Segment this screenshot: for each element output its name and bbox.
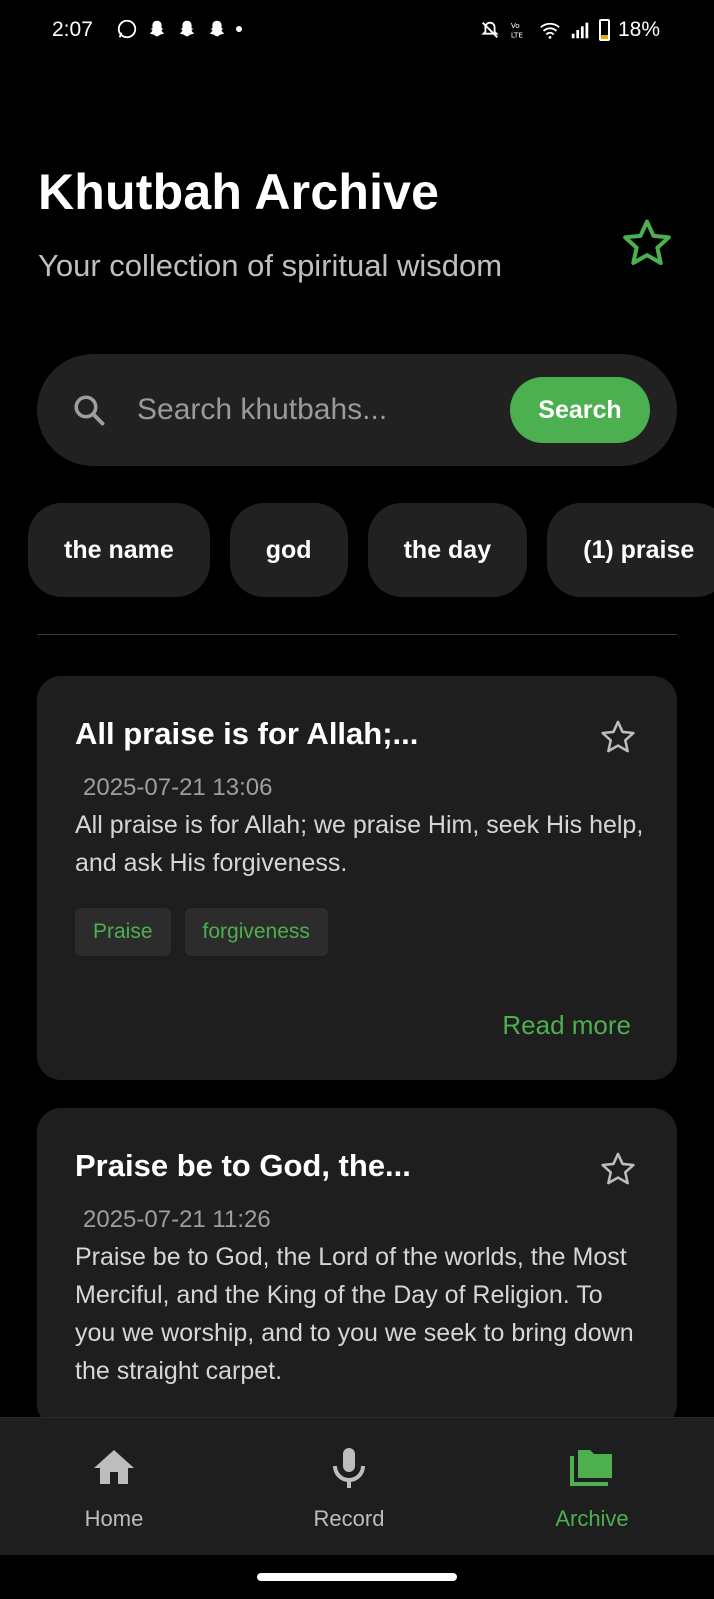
card-date: 2025-07-21 11:26 [83, 1206, 271, 1233]
microphone-icon [333, 1448, 365, 1488]
search-button[interactable]: Search [510, 377, 650, 443]
star-icon[interactable] [599, 718, 637, 756]
nav-record[interactable]: Record [269, 1418, 429, 1556]
card-excerpt: Praise be to God, the Lord of the worlds… [75, 1243, 634, 1385]
chip-the-name[interactable]: the name [28, 503, 210, 597]
card-tags: Praise forgiveness [75, 908, 328, 956]
khutbah-card[interactable]: Praise be to God, the... 2025-07-21 11:2… [37, 1108, 677, 1428]
home-icon [94, 1450, 134, 1484]
khutbah-card[interactable]: All praise is for Allah;... 2025-07-21 1… [37, 676, 677, 1080]
chip-the-day[interactable]: the day [367, 503, 528, 597]
status-bar: 2:07 Vo LTE 18% [0, 0, 714, 62]
nav-record-label: Record [313, 1506, 385, 1531]
signal-icon [571, 22, 589, 39]
status-time: 2:07 [52, 18, 93, 41]
page-subtitle: Your collection of spiritual wisdom [38, 248, 503, 283]
search-bar: Search [37, 354, 677, 466]
svg-text:LTE: LTE [511, 30, 524, 39]
snapchat-icon [149, 20, 165, 37]
nav-archive-label: Archive [555, 1506, 629, 1531]
search-icon [74, 395, 105, 426]
read-more-link[interactable]: Read more [502, 1010, 631, 1041]
card-title: All praise is for Allah;... [75, 716, 419, 751]
bottom-navigation: Home Record Archive [0, 1417, 714, 1555]
whatsapp-icon [117, 19, 137, 39]
divider [37, 634, 677, 635]
notification-icons [116, 18, 242, 40]
tag-praise[interactable]: Praise [75, 908, 171, 956]
nav-home[interactable]: Home [34, 1418, 194, 1556]
mute-icon [481, 21, 499, 38]
home-indicator[interactable] [257, 1573, 457, 1581]
wifi-icon [540, 22, 560, 39]
search-input[interactable] [137, 384, 497, 436]
chip-praise[interactable]: (1) praise [547, 503, 714, 597]
star-icon[interactable] [599, 1150, 637, 1188]
system-icons: Vo LTE 18% [479, 18, 660, 42]
favorites-star-icon[interactable] [620, 216, 674, 270]
nav-archive[interactable]: Archive [512, 1418, 672, 1556]
folder-icon [570, 1450, 612, 1486]
keyword-chips: the name god the day (1) praise [28, 503, 714, 597]
battery-level: 18% [617, 18, 660, 41]
card-excerpt: All praise is for Allah; we praise Him, … [75, 811, 644, 877]
nav-home-label: Home [84, 1506, 144, 1531]
tag-forgiveness[interactable]: forgiveness [184, 908, 328, 956]
card-date: 2025-07-21 13:06 [83, 774, 273, 801]
battery-icon [598, 19, 610, 41]
snapchat-icon [179, 20, 195, 37]
more-notifications-dot [236, 26, 242, 32]
svg-text:Vo: Vo [511, 21, 520, 30]
page-title: Khutbah Archive [38, 164, 440, 220]
snapchat-icon [209, 20, 225, 37]
chip-god[interactable]: god [229, 503, 348, 597]
volte-icon: VoLTE [511, 21, 524, 39]
card-title: Praise be to God, the... [75, 1148, 411, 1183]
